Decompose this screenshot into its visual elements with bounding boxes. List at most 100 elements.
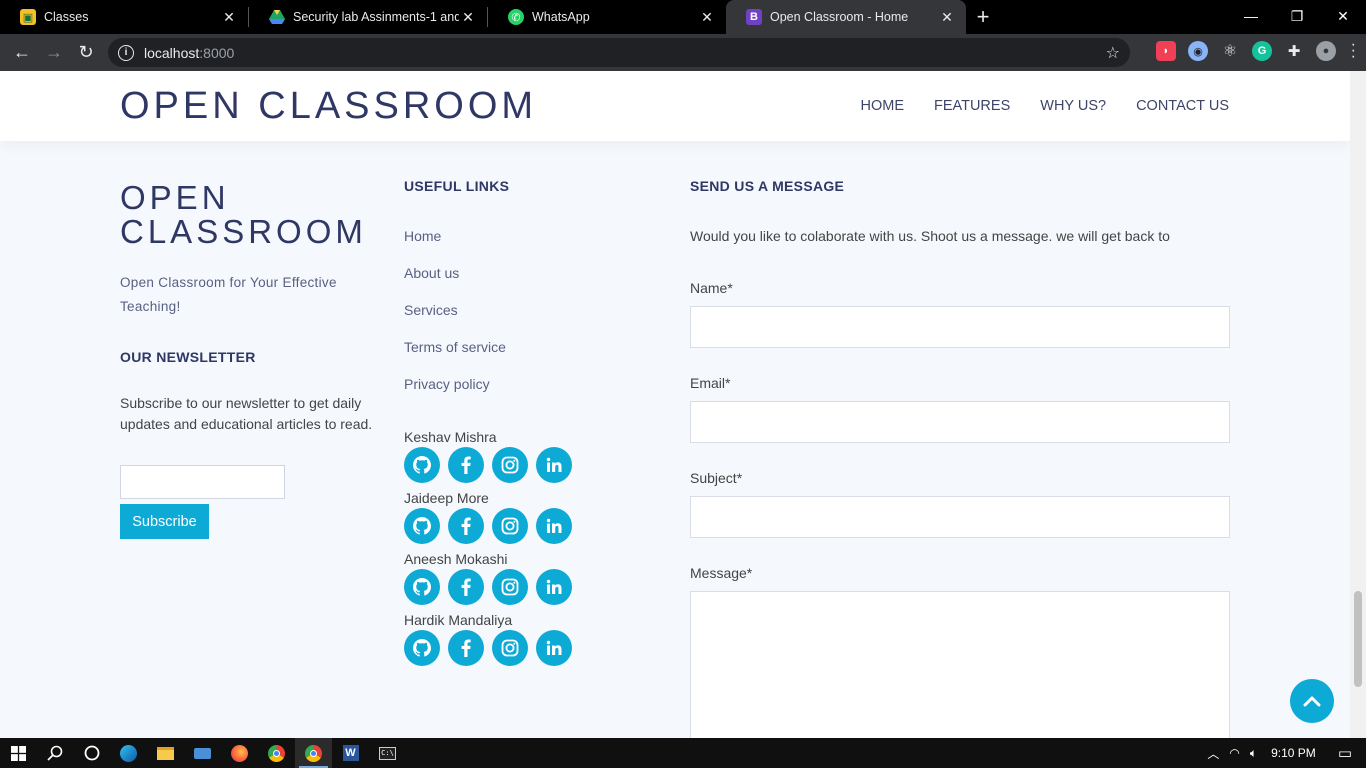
tab-title: Security lab Assinments-1 and 2. [293, 10, 459, 24]
subscribe-button[interactable]: Subscribe [120, 504, 209, 539]
wifi-icon[interactable]: ◠ [1229, 746, 1239, 760]
github-icon[interactable] [404, 630, 440, 666]
newsletter-email-input[interactable] [120, 465, 285, 499]
link-privacy-policy[interactable]: Privacy policy [404, 374, 664, 411]
footer-logo-line2: CLASSROOM [120, 213, 367, 250]
system-tray: ︿ ◠ 🔈︎ 9:10 PM ▭ [1207, 738, 1366, 768]
newsletter-text: Subscribe to our newsletter to get daily… [120, 395, 373, 432]
page-scrollbar[interactable] [1350, 71, 1366, 738]
close-icon[interactable]: ✕ [459, 9, 477, 26]
edge-icon[interactable] [110, 738, 147, 768]
word-icon[interactable]: W [332, 738, 369, 768]
useful-links-list: Home About us Services Terms of service … [404, 226, 664, 411]
whatsapp-icon: ✆ [508, 9, 524, 25]
close-icon[interactable]: ✕ [220, 9, 238, 26]
link-about-us[interactable]: About us [404, 263, 664, 300]
bootstrap-icon: B [746, 9, 762, 25]
instagram-icon[interactable] [492, 508, 528, 544]
github-icon[interactable] [404, 569, 440, 605]
info-icon[interactable]: i [118, 44, 134, 61]
chrome-icon[interactable] [258, 738, 295, 768]
tab-security-lab[interactable]: Security lab Assinments-1 and 2. ✕ [249, 0, 487, 34]
facebook-icon[interactable] [448, 569, 484, 605]
close-icon[interactable]: ✕ [698, 9, 716, 26]
team-member-socials [404, 447, 664, 483]
chevron-up-icon[interactable]: ︿ [1207, 745, 1219, 762]
back-to-top-button[interactable] [1290, 679, 1334, 723]
drive-icon [269, 9, 285, 25]
message-textarea[interactable] [690, 591, 1230, 738]
chrome-active-icon[interactable] [295, 738, 332, 768]
linkedin-icon[interactable] [536, 630, 572, 666]
back-arrow-icon[interactable]: ← [6, 37, 38, 69]
cortana-icon[interactable] [73, 738, 110, 768]
tab-classes[interactable]: ▣ Classes ✕ [0, 0, 248, 34]
puzzle-extensions-icon[interactable]: ✚ [1284, 41, 1304, 61]
forward-arrow-icon[interactable]: → [38, 37, 70, 69]
team-list: Keshav Mishra Jaideep More Aneesh Mokash… [404, 428, 664, 666]
link-home[interactable]: Home [404, 226, 664, 263]
footer-logo: OPEN CLASSROOM [120, 181, 380, 249]
kebab-menu-icon[interactable]: · · · [1351, 37, 1356, 65]
windows-taskbar: W C:\ ︿ ◠ 🔈︎ 9:10 PM ▭ [0, 738, 1366, 768]
github-icon[interactable] [404, 508, 440, 544]
restore-icon[interactable]: ❐ [1274, 0, 1320, 32]
bookmark-star-icon[interactable]: ☆ [1106, 43, 1120, 63]
close-window-icon[interactable]: ✕ [1320, 0, 1366, 32]
command-prompt-icon[interactable]: C:\ [369, 738, 406, 768]
notifications-icon[interactable]: ▭ [1338, 744, 1352, 762]
link-services[interactable]: Services [404, 300, 664, 337]
github-icon[interactable] [404, 447, 440, 483]
extensions-area: ◗ ◉ ⚛ G ✚ ● [1156, 41, 1336, 61]
linkedin-icon[interactable] [536, 569, 572, 605]
link-terms-of-service[interactable]: Terms of service [404, 337, 664, 374]
search-icon[interactable] [36, 738, 73, 768]
instagram-icon[interactable] [492, 569, 528, 605]
instagram-icon[interactable] [492, 630, 528, 666]
react-devtools-icon[interactable]: ⚛ [1220, 41, 1240, 61]
email-field[interactable] [690, 401, 1230, 443]
profile-avatar-icon[interactable]: ● [1316, 41, 1336, 61]
instagram-icon[interactable] [492, 447, 528, 483]
team-member-name: Aneesh Mokashi [404, 551, 508, 567]
keyboard-app-icon[interactable] [184, 738, 221, 768]
grammarly-icon[interactable]: G [1252, 41, 1272, 61]
team-member-name: Jaideep More [404, 490, 489, 506]
nav-home[interactable]: HOME [860, 98, 904, 114]
windows-start-icon[interactable] [0, 738, 36, 768]
scrollbar-thumb[interactable] [1354, 591, 1362, 687]
address-bar[interactable]: i localhost:8000 ☆ [108, 38, 1130, 67]
close-icon[interactable]: ✕ [938, 9, 956, 26]
main-nav: HOME FEATURES WHY US? CONTACT US [860, 98, 1229, 114]
nav-why-us[interactable]: WHY US? [1040, 98, 1106, 114]
team-member-socials [404, 508, 664, 544]
facebook-icon[interactable] [448, 630, 484, 666]
nav-contact-us[interactable]: CONTACT US [1136, 98, 1229, 114]
linkedin-icon[interactable] [536, 508, 572, 544]
tab-whatsapp[interactable]: ✆ WhatsApp ✕ [488, 0, 726, 34]
browser-toolbar: ← → ↻ i localhost:8000 ☆ ◗ ◉ ⚛ G ✚ ● · · · [0, 34, 1366, 71]
reload-icon[interactable]: ↻ [70, 37, 102, 69]
file-explorer-icon[interactable] [147, 738, 184, 768]
new-tab-button[interactable]: + [966, 0, 1000, 34]
volume-icon[interactable]: 🔈︎ [1250, 746, 1257, 761]
firefox-icon[interactable] [221, 738, 258, 768]
footer-logo-line1: OPEN [120, 179, 230, 216]
contact-heading: SEND US A MESSAGE [690, 178, 845, 194]
extension-circle-icon[interactable]: ◉ [1188, 41, 1208, 61]
clock[interactable]: 9:10 PM [1267, 746, 1328, 760]
minimize-icon[interactable]: — [1228, 0, 1274, 32]
facebook-icon[interactable] [448, 447, 484, 483]
linkedin-icon[interactable] [536, 447, 572, 483]
tab-open-classroom[interactable]: B Open Classroom - Home ✕ [726, 0, 966, 34]
pocket-extension-icon[interactable]: ◗ [1156, 41, 1176, 61]
facebook-icon[interactable] [448, 508, 484, 544]
site-header: OPEN CLASSROOM HOME FEATURES WHY US? CON… [0, 71, 1350, 141]
subject-field[interactable] [690, 496, 1230, 538]
tab-title: WhatsApp [532, 10, 590, 24]
nav-features[interactable]: FEATURES [934, 98, 1010, 114]
useful-links-heading: USEFUL LINKS [404, 178, 510, 194]
site-logo[interactable]: OPEN CLASSROOM [120, 85, 537, 128]
name-field[interactable] [690, 306, 1230, 348]
team-member-socials [404, 569, 664, 605]
